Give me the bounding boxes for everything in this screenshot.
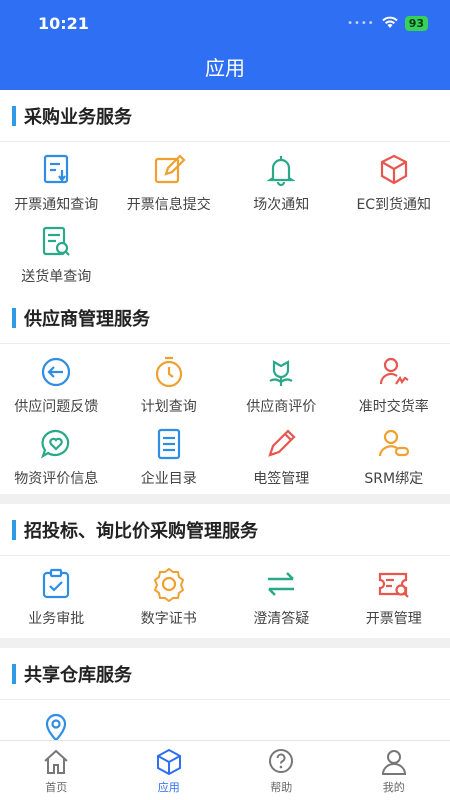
app-header: 10:21 •••• 93 应用 [0,0,450,90]
signal-icon: •••• [347,18,375,29]
app-invoice-info-submit[interactable]: 开票信息提交 [113,148,226,218]
section-grid-bidding: 业务审批 数字证书 澄清答疑 开票管理 [0,556,450,638]
app-ec-arrival-notice[interactable]: EC到货通知 [338,148,450,218]
section-divider [0,494,450,504]
wifi-icon [381,14,399,33]
section-grid-supplier: 供应问题反馈 计划查询 供应商评价 准时交货率 物资评价信息 企业目录 电签管理 [0,344,450,494]
app-label: 计划查询 [140,399,197,415]
app-label: SRM绑定 [364,471,424,487]
app-label: 企业目录 [140,471,197,487]
user-icon [381,749,406,775]
section-title-supplier: 供应商管理服务 [0,292,450,344]
person-sign-icon [379,357,409,385]
app-label: 准时交货率 [358,399,429,415]
app-invoice-notice-query[interactable]: 开票通知查询 [0,148,113,218]
app-supplier-evaluation[interactable]: 供应商评价 [225,350,338,420]
app-label: 场次通知 [253,197,310,213]
tab-apps[interactable]: 应用 [113,741,226,800]
status-icons: •••• 93 [347,14,428,33]
app-business-approval[interactable]: 业务审批 [0,562,113,632]
clipboard-check-icon [43,568,70,599]
pen-icon [268,429,296,457]
app-label: 开票信息提交 [126,197,211,213]
ticket-search-icon [378,572,409,598]
tab-label: 帮助 [270,780,293,794]
app-content: 采购业务服务 开票通知查询 开票信息提交 场次通知 EC到货通知 送货单查询 供… [0,90,450,740]
list-document-icon [157,428,180,460]
badge-icon [153,567,184,602]
cube-icon [156,748,181,775]
app-label: 业务审批 [28,611,85,627]
app-label: 供应问题反馈 [14,399,99,415]
app-on-time-delivery-rate[interactable]: 准时交货率 [338,350,450,420]
app-clarification-qa[interactable]: 澄清答疑 [225,562,338,632]
user-link-icon [378,429,409,457]
app-enterprise-directory[interactable]: 企业目录 [113,422,226,492]
page-title: 应用 [205,56,245,80]
edit-icon [154,154,186,184]
bell-icon [266,156,296,187]
tab-label: 首页 [45,780,68,794]
tab-profile[interactable]: 我的 [338,741,450,800]
document-search-icon [43,226,71,256]
tab-label: 应用 [157,780,180,794]
flower-icon [269,360,293,386]
app-label: 澄清答疑 [253,611,310,627]
app-invoice-management[interactable]: 开票管理 [338,562,450,632]
section-title-warehouse: 共享仓库服务 [0,648,450,700]
section-grid-warehouse [0,700,450,740]
heart-chat-icon [41,429,70,459]
section-title-bidding: 招投标、询比价采购管理服务 [0,504,450,556]
status-time: 10:21 [38,14,89,33]
app-delivery-note-query[interactable]: 送货单查询 [0,220,113,290]
app-plan-query[interactable]: 计划查询 [113,350,226,420]
app-label: 电签管理 [253,471,310,487]
app-label: 物资评价信息 [14,471,99,487]
battery-indicator: 93 [404,16,428,31]
app-label: 数字证书 [140,611,197,627]
box-icon [380,154,407,185]
invoice-notice-icon [44,154,69,184]
app-session-notice[interactable]: 场次通知 [225,148,338,218]
help-icon [269,748,294,773]
tab-label: 我的 [382,780,405,794]
app-srm-binding[interactable]: SRM绑定 [338,422,450,492]
app-material-evaluation-info[interactable]: 物资评价信息 [0,422,113,492]
app-supply-issue-feedback[interactable]: 供应问题反馈 [0,350,113,420]
app-label: 送货单查询 [21,269,92,285]
section-divider [0,638,450,648]
bottom-tabbar: 首页 应用 帮助 我的 [0,740,450,800]
app-label: EC到货通知 [356,197,432,213]
home-icon [44,749,68,774]
tab-help[interactable]: 帮助 [225,741,338,800]
section-title-purchase: 采购业务服务 [0,90,450,142]
app-digital-certificate[interactable]: 数字证书 [113,562,226,632]
tab-home[interactable]: 首页 [0,741,113,800]
app-label: 供应商评价 [246,399,317,415]
app-label: 开票通知查询 [14,197,99,213]
section-grid-purchase: 开票通知查询 开票信息提交 场次通知 EC到货通知 送货单查询 [0,142,450,292]
location-icon [46,713,67,740]
app-shared-warehouse[interactable] [0,706,113,740]
feedback-icon [42,357,71,387]
stopwatch-icon [155,356,182,388]
app-e-signature-management[interactable]: 电签管理 [225,422,338,492]
exchange-icon [268,572,295,596]
app-label: 开票管理 [365,611,422,627]
